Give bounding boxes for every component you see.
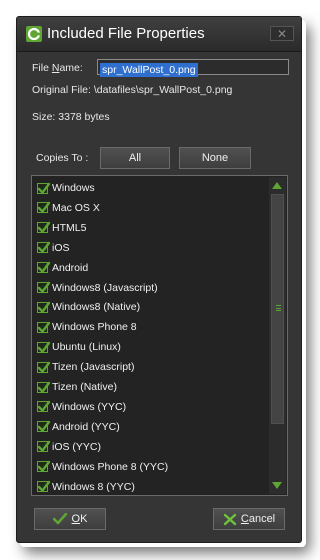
checkbox[interactable] — [37, 480, 51, 492]
list-item-label: iOS (YYC) — [52, 440, 102, 453]
list-item-label: Android — [52, 261, 89, 274]
file-name-label: File Name: — [32, 62, 83, 74]
title-bar[interactable]: Included File Properties ✕ — [17, 17, 301, 52]
cancel-mnemonic: C — [240, 513, 249, 525]
cancel-button[interactable]: Cancel — [213, 508, 285, 530]
list-item[interactable]: Windows 8 (YYC) — [37, 479, 135, 495]
none-button[interactable]: None — [179, 147, 251, 169]
ok-label: OK — [72, 513, 88, 525]
list-item-label: Windows Phone 8 — [52, 321, 137, 334]
checkmark-icon — [37, 381, 51, 393]
list-item-label: iOS — [52, 241, 70, 254]
checkbox[interactable] — [37, 381, 51, 393]
checkbox[interactable] — [37, 202, 51, 214]
list-item-label: Android (YYC) — [52, 420, 120, 433]
vertical-scrollbar[interactable] — [269, 177, 286, 494]
checkbox[interactable] — [37, 182, 51, 194]
checkbox[interactable] — [37, 301, 51, 313]
checkmark-icon — [37, 261, 51, 273]
list-item-label: Windows Phone 8 (YYC) — [52, 460, 169, 473]
checkmark-icon — [37, 182, 51, 194]
checkbox[interactable] — [37, 241, 51, 254]
list-item-label: Windows (YYC) — [52, 400, 127, 413]
grip-lines-icon — [276, 305, 281, 311]
scroll-up-arrow-icon[interactable] — [272, 182, 282, 189]
checkbox[interactable] — [37, 281, 51, 293]
cancel-x-icon — [223, 513, 237, 525]
file-name-selected-text: spr_WallPost_0.png — [100, 63, 198, 77]
list-item[interactable]: Windows8 (Javascript) — [37, 280, 158, 296]
copies-to-label: Copies To : — [36, 152, 89, 164]
list-item[interactable]: Mac OS X — [37, 200, 100, 216]
file-name-input[interactable]: spr_WallPost_0.png — [97, 59, 289, 77]
checkbox[interactable] — [37, 321, 51, 333]
ok-mnemonic: O — [71, 513, 81, 525]
list-item[interactable]: Windows Phone 8 (YYC) — [37, 459, 168, 475]
target-platforms-list[interactable]: Windows Mac OS X HTML5 iOS Android Windows8 (… — [31, 175, 288, 496]
list-item-label: HTML5 — [52, 221, 87, 234]
checkmark-icon — [37, 341, 51, 353]
ok-label-rest: K — [80, 513, 88, 525]
checkmark-icon — [52, 513, 67, 525]
checkbox[interactable] — [37, 261, 51, 274]
list-item[interactable]: Windows — [37, 180, 95, 196]
list-item[interactable]: HTML5 — [37, 220, 86, 236]
close-button[interactable]: ✕ — [270, 26, 294, 41]
checkmark-icon — [37, 222, 51, 233]
included-file-properties-dialog: Included File Properties ✕ File Name: sp… — [16, 16, 302, 543]
checkbox[interactable] — [37, 361, 51, 373]
original-file-label: Original File: \datafiles\spr_WallPost_0… — [32, 84, 233, 96]
window-title: Included File Properties — [47, 25, 205, 42]
checkmark-icon — [37, 480, 51, 492]
checkbox[interactable] — [37, 460, 51, 473]
list-item[interactable]: Android — [37, 260, 88, 276]
list-item[interactable]: Ubuntu (Linux) — [37, 339, 121, 355]
list-item-label: Ubuntu (Linux) — [52, 341, 121, 354]
file-name-label-rest: ame: — [59, 62, 83, 74]
checkbox[interactable] — [37, 222, 51, 234]
list-item[interactable]: iOS — [37, 240, 70, 256]
checkbox[interactable] — [37, 440, 51, 453]
scroll-thumb[interactable] — [271, 194, 284, 424]
list-item-label: Windows 8 (YYC) — [52, 480, 135, 493]
list-item[interactable]: Android (YYC) — [37, 419, 120, 435]
list-item-label: Windows8 (Native) — [52, 301, 141, 314]
scroll-down-arrow-icon[interactable] — [272, 482, 282, 489]
list-item[interactable]: Tizen (Javascript) — [37, 359, 134, 375]
list-item[interactable]: Windows8 (Native) — [37, 299, 140, 315]
cancel-label: Cancel — [241, 513, 275, 525]
checkmark-icon — [37, 401, 51, 413]
list-item-label: Windows8 (Javascript) — [52, 281, 158, 294]
file-name-label-prefix: File — [32, 62, 52, 74]
checkbox[interactable] — [37, 401, 51, 413]
list-item-label: Tizen (Native) — [52, 381, 117, 393]
checkmark-icon — [37, 281, 51, 293]
checkbox[interactable] — [37, 341, 51, 353]
list-item-label: Windows — [52, 182, 95, 194]
gamemaker-logo-icon — [26, 26, 42, 42]
file-size-label: Size: 3378 bytes — [32, 111, 110, 123]
checkmark-icon — [37, 321, 51, 333]
checkmark-icon — [37, 421, 51, 432]
list-item[interactable]: iOS (YYC) — [37, 439, 101, 455]
list-item-label: Tizen (Javascript) — [52, 361, 135, 374]
list-item[interactable]: Tizen (Native) — [37, 379, 117, 395]
ok-button[interactable]: OK — [34, 508, 106, 530]
list-item-label: Mac OS X — [52, 201, 100, 214]
checkmark-icon — [37, 301, 51, 313]
checkmark-icon — [37, 460, 51, 472]
all-button[interactable]: All — [100, 147, 170, 169]
checkbox[interactable] — [37, 421, 51, 433]
cancel-label-rest: ancel — [248, 513, 276, 525]
list-item[interactable]: Windows (YYC) — [37, 399, 126, 415]
checkmark-icon — [37, 241, 51, 253]
checkmark-icon — [37, 361, 51, 373]
checkmark-icon — [37, 202, 51, 214]
checkmark-icon — [37, 440, 51, 452]
list-item[interactable]: Windows Phone 8 — [37, 319, 137, 335]
